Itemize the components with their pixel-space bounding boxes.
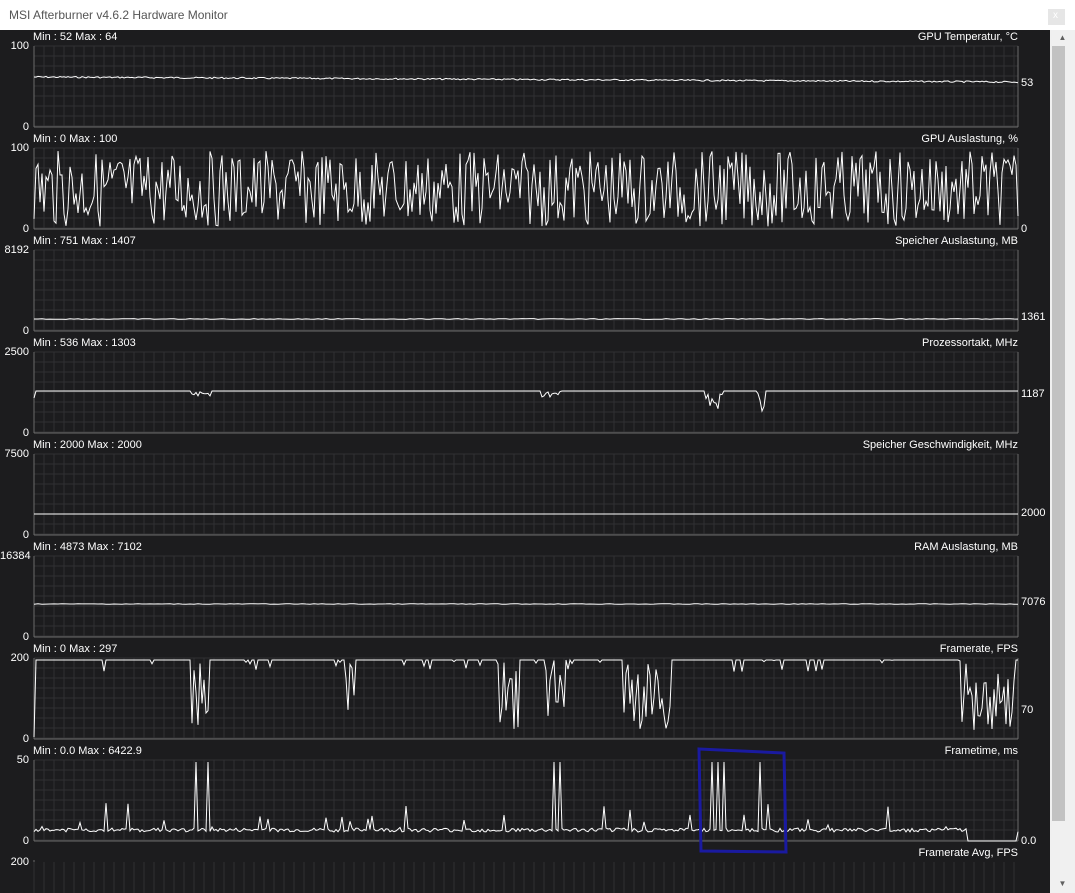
- trace-gpu-load: [33, 151, 1019, 227]
- graph-y-bottom: 0: [22, 325, 29, 337]
- graph-current-value: 0: [1021, 223, 1028, 235]
- window-title: MSI Afterburner v4.6.2 Hardware Monitor: [9, 8, 228, 22]
- graph-y-top: 100: [10, 40, 29, 52]
- graph-minmax: Min : 0 Max : 100: [33, 133, 118, 145]
- graph-y-top: 50: [16, 754, 29, 766]
- graph-title: Prozessortakt, MHz: [922, 337, 1018, 349]
- scroll-down-icon[interactable]: ▼: [1052, 877, 1073, 891]
- graph-minmax: Min : 52 Max : 64: [33, 31, 118, 43]
- trace-core-clock: [33, 390, 1018, 413]
- graph-current-value: 1187: [1021, 388, 1045, 400]
- graph-current-value: 2000: [1021, 507, 1046, 519]
- graph-minmax: Min : 751 Max : 1407: [33, 235, 136, 247]
- graph-y-bottom: 0: [22, 427, 29, 439]
- graph-y-bottom: 0: [22, 529, 29, 541]
- graph-y-bottom: 0: [22, 835, 29, 847]
- graph-y-top: 2500: [4, 346, 29, 358]
- graph-y-top: 16384: [0, 550, 31, 562]
- close-button[interactable]: x: [1048, 9, 1065, 25]
- title-bar: MSI Afterburner v4.6.2 Hardware Monitor …: [0, 0, 1075, 30]
- graph-minmax: Min : 0 Max : 297: [33, 643, 118, 655]
- graph-current-value: 53: [1021, 77, 1034, 89]
- graph-y-bottom: 0: [22, 223, 29, 235]
- graph-y-top: 200: [10, 652, 29, 664]
- graph-title: Framerate, FPS: [939, 643, 1018, 655]
- graph-y-top: 7500: [4, 448, 29, 460]
- trace-ram: [33, 603, 1018, 605]
- graph-minmax: Min : 536 Max : 1303: [33, 337, 136, 349]
- graph-current-value: 0.0: [1021, 835, 1037, 847]
- graph-y-top: 8192: [4, 244, 29, 256]
- graph-title: Frametime, ms: [944, 745, 1018, 757]
- trace-gpu-temp: [33, 75, 1019, 84]
- graph-y-bottom: 0: [22, 121, 29, 133]
- graph-current-value: 1361: [1021, 311, 1046, 323]
- graph-title: Speicher Geschwindigkeit, MHz: [862, 439, 1018, 451]
- graph-y-top: 100: [10, 142, 29, 154]
- close-icon: x: [1053, 10, 1058, 21]
- graph-minmax: Min : 2000 Max : 2000: [33, 439, 142, 451]
- graph-title: GPU Temperatur, °C: [917, 31, 1018, 43]
- graph-minmax: Min : 0.0 Max : 6422.9: [33, 745, 142, 757]
- graph-y-bottom: 0: [22, 631, 29, 643]
- graph-title: GPU Auslastung, %: [921, 133, 1018, 145]
- graph-y-top: 200: [10, 856, 29, 868]
- graph-title: Speicher Auslastung, MB: [895, 235, 1018, 247]
- graphs-canvas: [33, 45, 1019, 893]
- graph-current-value: 7076: [1021, 596, 1046, 608]
- graph-minmax: Min : 4873 Max : 7102: [33, 541, 142, 553]
- trace-frametime: [33, 761, 1019, 842]
- highlight-annotation: [696, 746, 790, 856]
- scrollbar-thumb[interactable]: [1052, 46, 1065, 821]
- graph-y-bottom: 0: [22, 733, 29, 745]
- scroll-up-icon[interactable]: ▲: [1052, 31, 1073, 45]
- graph-title: RAM Auslastung, MB: [914, 541, 1018, 553]
- graph-title: Framerate Avg, FPS: [918, 847, 1018, 859]
- trace-vram: [34, 318, 1019, 320]
- hardware-monitor-panel: [0, 30, 1050, 893]
- graph-current-value: 70: [1021, 704, 1034, 716]
